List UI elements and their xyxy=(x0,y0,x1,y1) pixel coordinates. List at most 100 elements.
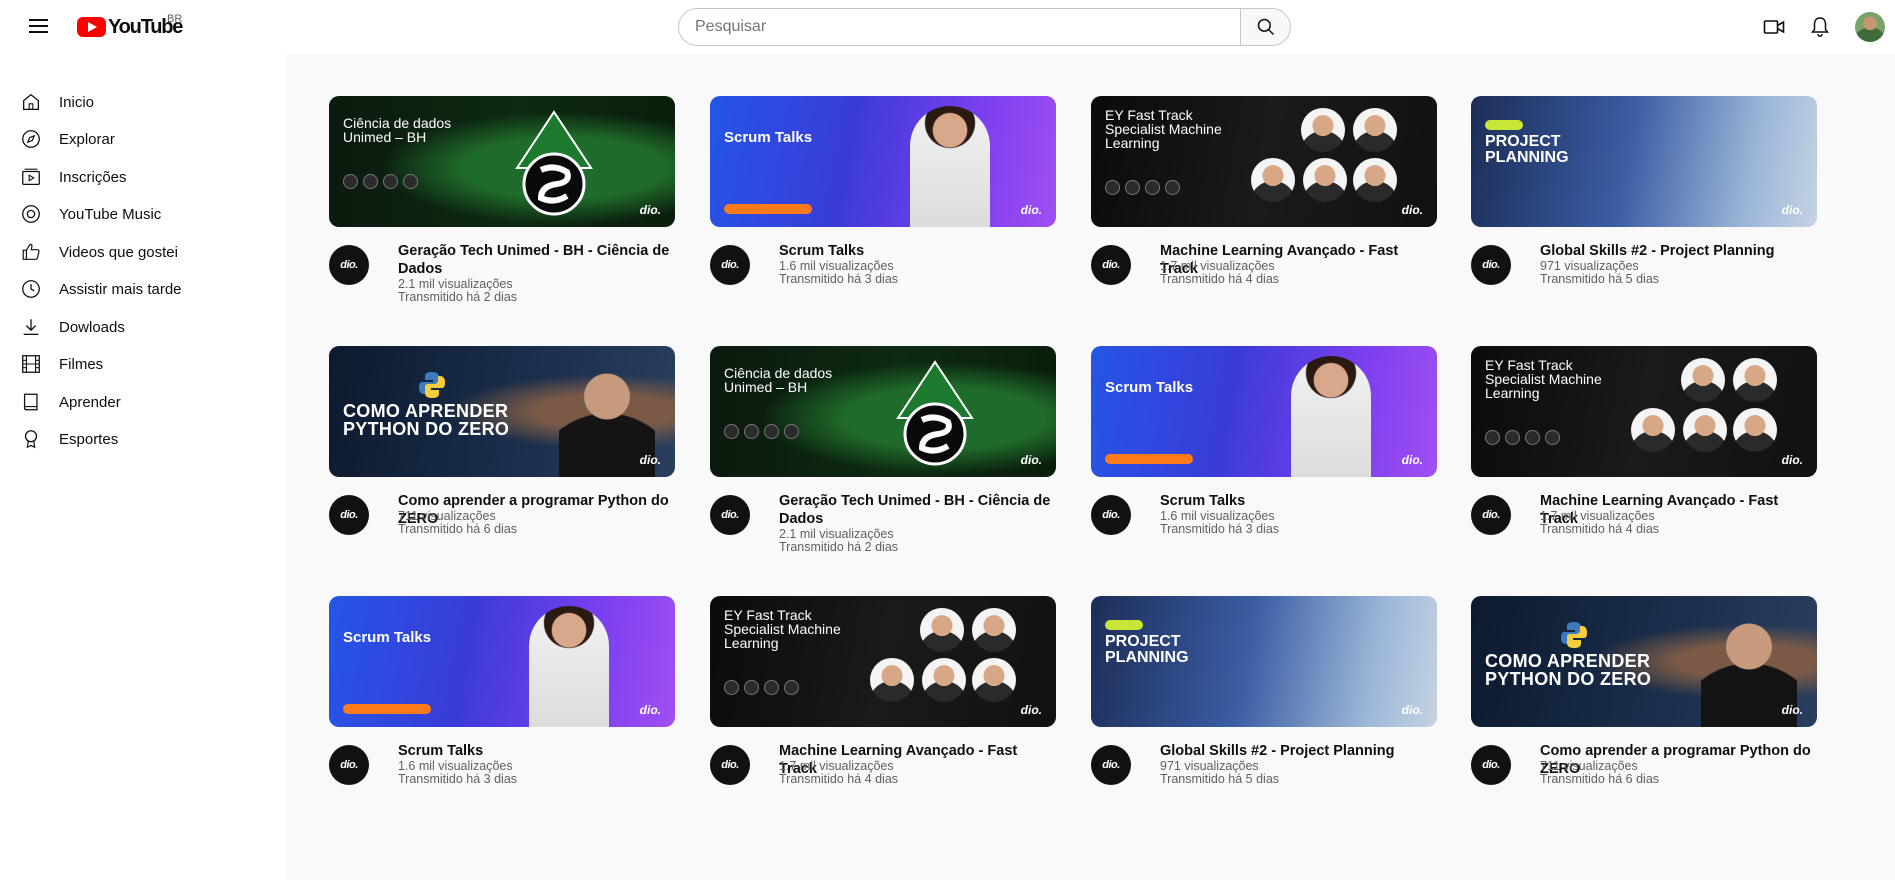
thumbnail-brand: dio. xyxy=(1020,203,1042,217)
search-button[interactable] xyxy=(1240,8,1291,46)
video-title[interactable]: Global Skills #2 - Project Planning xyxy=(1540,242,1817,260)
video-thumbnail[interactable]: Scrum Talks dio. xyxy=(710,96,1056,227)
music-icon xyxy=(22,205,40,223)
video-card[interactable]: Scrum Talks dio. dio. Scrum Talks 1.6 mil vi… xyxy=(329,596,675,836)
hamburger-menu-icon[interactable] xyxy=(27,15,53,39)
sidebar-item-youtube-music[interactable]: YouTube Music xyxy=(0,196,286,232)
sidebar-item-aprender[interactable]: Aprender xyxy=(0,384,286,420)
video-thumbnail[interactable]: Ciência de dados Unimed – BH dio. xyxy=(710,346,1056,477)
sidebar-item-inscricoes[interactable]: Inscrições xyxy=(0,159,286,195)
video-time: Transmitido há 2 dias xyxy=(398,290,518,304)
sidebar-item-assistir-mais-tarde[interactable]: Assistir mais tarde xyxy=(0,271,286,307)
video-thumbnail[interactable]: PROJECT PLANNING dio. xyxy=(1471,96,1817,227)
video-card[interactable]: PROJECT PLANNING dio. dio. Global Skills #2… xyxy=(1471,96,1817,336)
thumbnail-title: Scrum Talks xyxy=(1105,379,1194,396)
video-time: Transmitido há 4 dias xyxy=(1160,272,1280,286)
video-card[interactable]: Scrum Talks dio. dio. Scrum Talks 1.6 mil vi… xyxy=(1091,346,1437,586)
search-box xyxy=(678,8,1241,46)
video-card[interactable]: COMO APRENDER PYTHON DO ZERO dio. dio. Como… xyxy=(329,346,675,586)
channel-avatar[interactable]: dio. xyxy=(1471,495,1511,535)
thumbnail-brand: dio. xyxy=(1020,453,1042,467)
video-card[interactable]: EY Fast Track Specialist Machine Learnin… xyxy=(1471,346,1817,586)
sidebar-item-inicio[interactable]: Inicio xyxy=(0,84,286,120)
channel-avatar[interactable]: dio. xyxy=(329,245,369,285)
video-card[interactable]: EY Fast Track Specialist Machine Learnin… xyxy=(1091,96,1437,336)
speaker-photo xyxy=(1733,408,1777,452)
notifications-bell-icon[interactable] xyxy=(1807,14,1833,40)
video-time: Transmitido há 6 dias xyxy=(398,522,518,536)
video-card[interactable]: EY Fast Track Specialist Machine Learnin… xyxy=(710,596,1056,836)
video-title[interactable]: Global Skills #2 - Project Planning xyxy=(1160,742,1437,760)
speaker-photo xyxy=(1681,358,1725,402)
global-skills-chip xyxy=(1485,120,1523,130)
channel-avatar[interactable]: dio. xyxy=(1091,745,1131,785)
video-title[interactable]: Scrum Talks xyxy=(1160,492,1437,510)
thumbnail-brand: dio. xyxy=(1401,453,1423,467)
cta-chip xyxy=(724,204,812,214)
channel-avatar[interactable]: dio. xyxy=(329,745,369,785)
sidebar-item-label: Dowloads xyxy=(59,318,125,336)
channel-avatar[interactable]: dio. xyxy=(710,245,750,285)
presenter-image xyxy=(1291,356,1371,477)
video-thumbnail[interactable]: Scrum Talks dio. xyxy=(329,596,675,727)
channel-avatar[interactable]: dio. xyxy=(1471,245,1511,285)
channel-avatar[interactable]: dio. xyxy=(1471,745,1511,785)
video-title[interactable]: Geração Tech Unimed - BH - Ciência de Da… xyxy=(398,242,675,278)
clock-icon xyxy=(22,280,40,298)
video-card[interactable]: Ciência de dados Unimed – BH dio. dio. Gera… xyxy=(329,96,675,336)
video-title[interactable]: Scrum Talks xyxy=(398,742,675,760)
python-logo-icon xyxy=(417,370,447,400)
tech-icons xyxy=(724,424,799,439)
video-thumbnail[interactable]: Scrum Talks dio. xyxy=(1091,346,1437,477)
sidebar-item-dowloads[interactable]: Dowloads xyxy=(0,309,286,345)
video-feed: Ciência de dados Unimed – BH dio. dio. Gera… xyxy=(286,54,1895,880)
channel-avatar[interactable]: dio. xyxy=(1091,245,1131,285)
search-input[interactable] xyxy=(695,18,1225,36)
sidebar-item-label: YouTube Music xyxy=(59,205,162,223)
subscriptions-icon xyxy=(22,168,40,185)
thumbnail-brand: dio. xyxy=(1401,203,1423,217)
video-thumbnail[interactable]: EY Fast Track Specialist Machine Learnin… xyxy=(710,596,1056,727)
thumbnail-title: Scrum Talks xyxy=(724,129,813,146)
thumbnail-brand: dio. xyxy=(1781,703,1803,717)
thumbnail-title: COMO APRENDER PYTHON DO ZERO xyxy=(343,401,510,439)
tech-icons xyxy=(1485,430,1560,445)
channel-avatar[interactable]: dio. xyxy=(329,495,369,535)
sidebar-item-esportes[interactable]: Esportes xyxy=(0,421,286,457)
video-title[interactable]: Scrum Talks xyxy=(779,242,1056,260)
create-video-icon[interactable] xyxy=(1761,14,1787,40)
youtube-play-icon xyxy=(77,17,106,37)
sidebar-item-explorar[interactable]: Explorar xyxy=(0,121,286,157)
sidebar: Inicio Explorar Inscrições YouTube Music… xyxy=(0,54,286,880)
tech-icons xyxy=(724,680,799,695)
sidebar-item-filmes[interactable]: Filmes xyxy=(0,346,286,382)
video-card[interactable]: PROJECT PLANNING dio. dio. Global Skills #2… xyxy=(1091,596,1437,836)
channel-avatar[interactable]: dio. xyxy=(710,495,750,535)
thumbnail-title: EY Fast Track Specialist Machine Learnin… xyxy=(724,607,841,651)
video-time: Transmitido há 4 dias xyxy=(1540,522,1660,536)
sidebar-item-label: Aprender xyxy=(59,393,121,411)
speaker-photo xyxy=(1683,408,1727,452)
thumbnail-title: Scrum Talks xyxy=(343,629,432,646)
video-thumbnail[interactable]: PROJECT PLANNING dio. xyxy=(1091,596,1437,727)
user-avatar[interactable] xyxy=(1855,12,1885,42)
video-title[interactable]: Geração Tech Unimed - BH - Ciência de Da… xyxy=(779,492,1056,528)
video-card[interactable]: Scrum Talks dio. dio. Scrum Talks 1.6 mil vi… xyxy=(710,96,1056,336)
video-thumbnail[interactable]: Ciência de dados Unimed – BH dio. xyxy=(329,96,675,227)
video-thumbnail[interactable]: EY Fast Track Specialist Machine Learnin… xyxy=(1091,96,1437,227)
video-card[interactable]: COMO APRENDER PYTHON DO ZERO dio. dio. Como… xyxy=(1471,596,1817,836)
video-card[interactable]: Ciência de dados Unimed – BH dio. dio. Gera… xyxy=(710,346,1056,586)
video-time: Transmitido há 5 dias xyxy=(1160,772,1280,786)
sidebar-item-videos-que-gostei[interactable]: Videos que gostei xyxy=(0,234,286,270)
thumbnail-brand: dio. xyxy=(1020,703,1042,717)
video-thumbnail[interactable]: EY Fast Track Specialist Machine Learnin… xyxy=(1471,346,1817,477)
data-science-emblem xyxy=(892,360,978,468)
video-thumbnail[interactable]: COMO APRENDER PYTHON DO ZERO dio. xyxy=(1471,596,1817,727)
channel-avatar[interactable]: dio. xyxy=(1091,495,1131,535)
channel-avatar-text: dio. xyxy=(1102,509,1120,521)
presenter-image xyxy=(910,106,990,227)
video-thumbnail[interactable]: COMO APRENDER PYTHON DO ZERO dio. xyxy=(329,346,675,477)
top-header: YouTube BR xyxy=(0,0,1895,54)
speaker-photo xyxy=(922,658,966,702)
channel-avatar[interactable]: dio. xyxy=(710,745,750,785)
